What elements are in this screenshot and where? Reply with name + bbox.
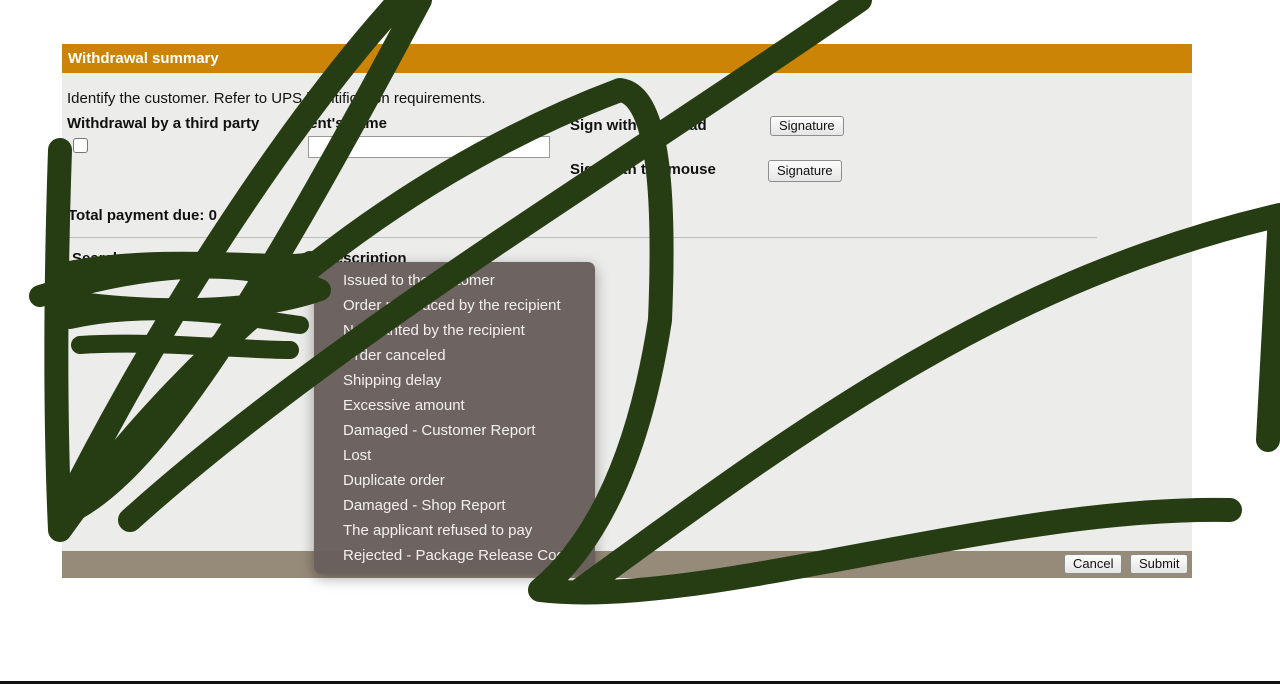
dropdown-item[interactable]: The applicant refused to pay [343,522,532,539]
intro-text: Identify the customer. Refer to UPS iden… [67,90,486,107]
cancel-button[interactable]: Cancel [1064,554,1123,574]
description-dropdown-menu[interactable]: Issued to the customer Order not placed … [314,262,595,574]
third-party-checkbox[interactable] [73,138,88,153]
submit-button[interactable]: Submit [1130,554,1189,574]
dropdown-item[interactable]: Order not placed by the recipient [343,297,561,314]
dropdown-item[interactable]: Rejected - Package Release Code [343,547,573,564]
dropdown-item[interactable]: Not wanted by the recipient [343,322,525,339]
total-payment-label: Total payment due: 0 [68,207,217,224]
client-name-input[interactable] [308,136,550,158]
client-name-label: Client's name [290,115,387,132]
withdrawal-summary-panel: Withdrawal summary Identify the customer… [62,44,1192,578]
panel-header: Withdrawal summary [62,44,1192,73]
mouse-signature-button[interactable]: Signature [768,160,842,182]
dropdown-item[interactable]: Issued to the customer [343,272,495,289]
divider [67,237,1097,238]
sign-signepad-label: Sign with signepad [570,117,707,134]
dropdown-item[interactable]: Order canceled [343,347,446,364]
dropdown-item[interactable]: Excessive amount [343,397,465,414]
panel-footer: Cancel Submit [62,551,1192,578]
signepad-signature-button[interactable]: Signature [770,116,844,136]
dropdown-item[interactable]: Damaged - Customer Report [343,422,536,439]
dropdown-item[interactable]: Shipping delay [343,372,441,389]
search-column-header: Search [72,250,123,267]
dropdown-item[interactable]: Duplicate order [343,472,445,489]
dropdown-item[interactable]: Lost [343,447,371,464]
third-party-label: Withdrawal by a third party [67,115,260,132]
dropdown-item[interactable]: Damaged - Shop Report [343,497,506,514]
panel-title: Withdrawal summary [68,50,219,67]
sign-mouse-label: Sign with the mouse [570,161,716,178]
